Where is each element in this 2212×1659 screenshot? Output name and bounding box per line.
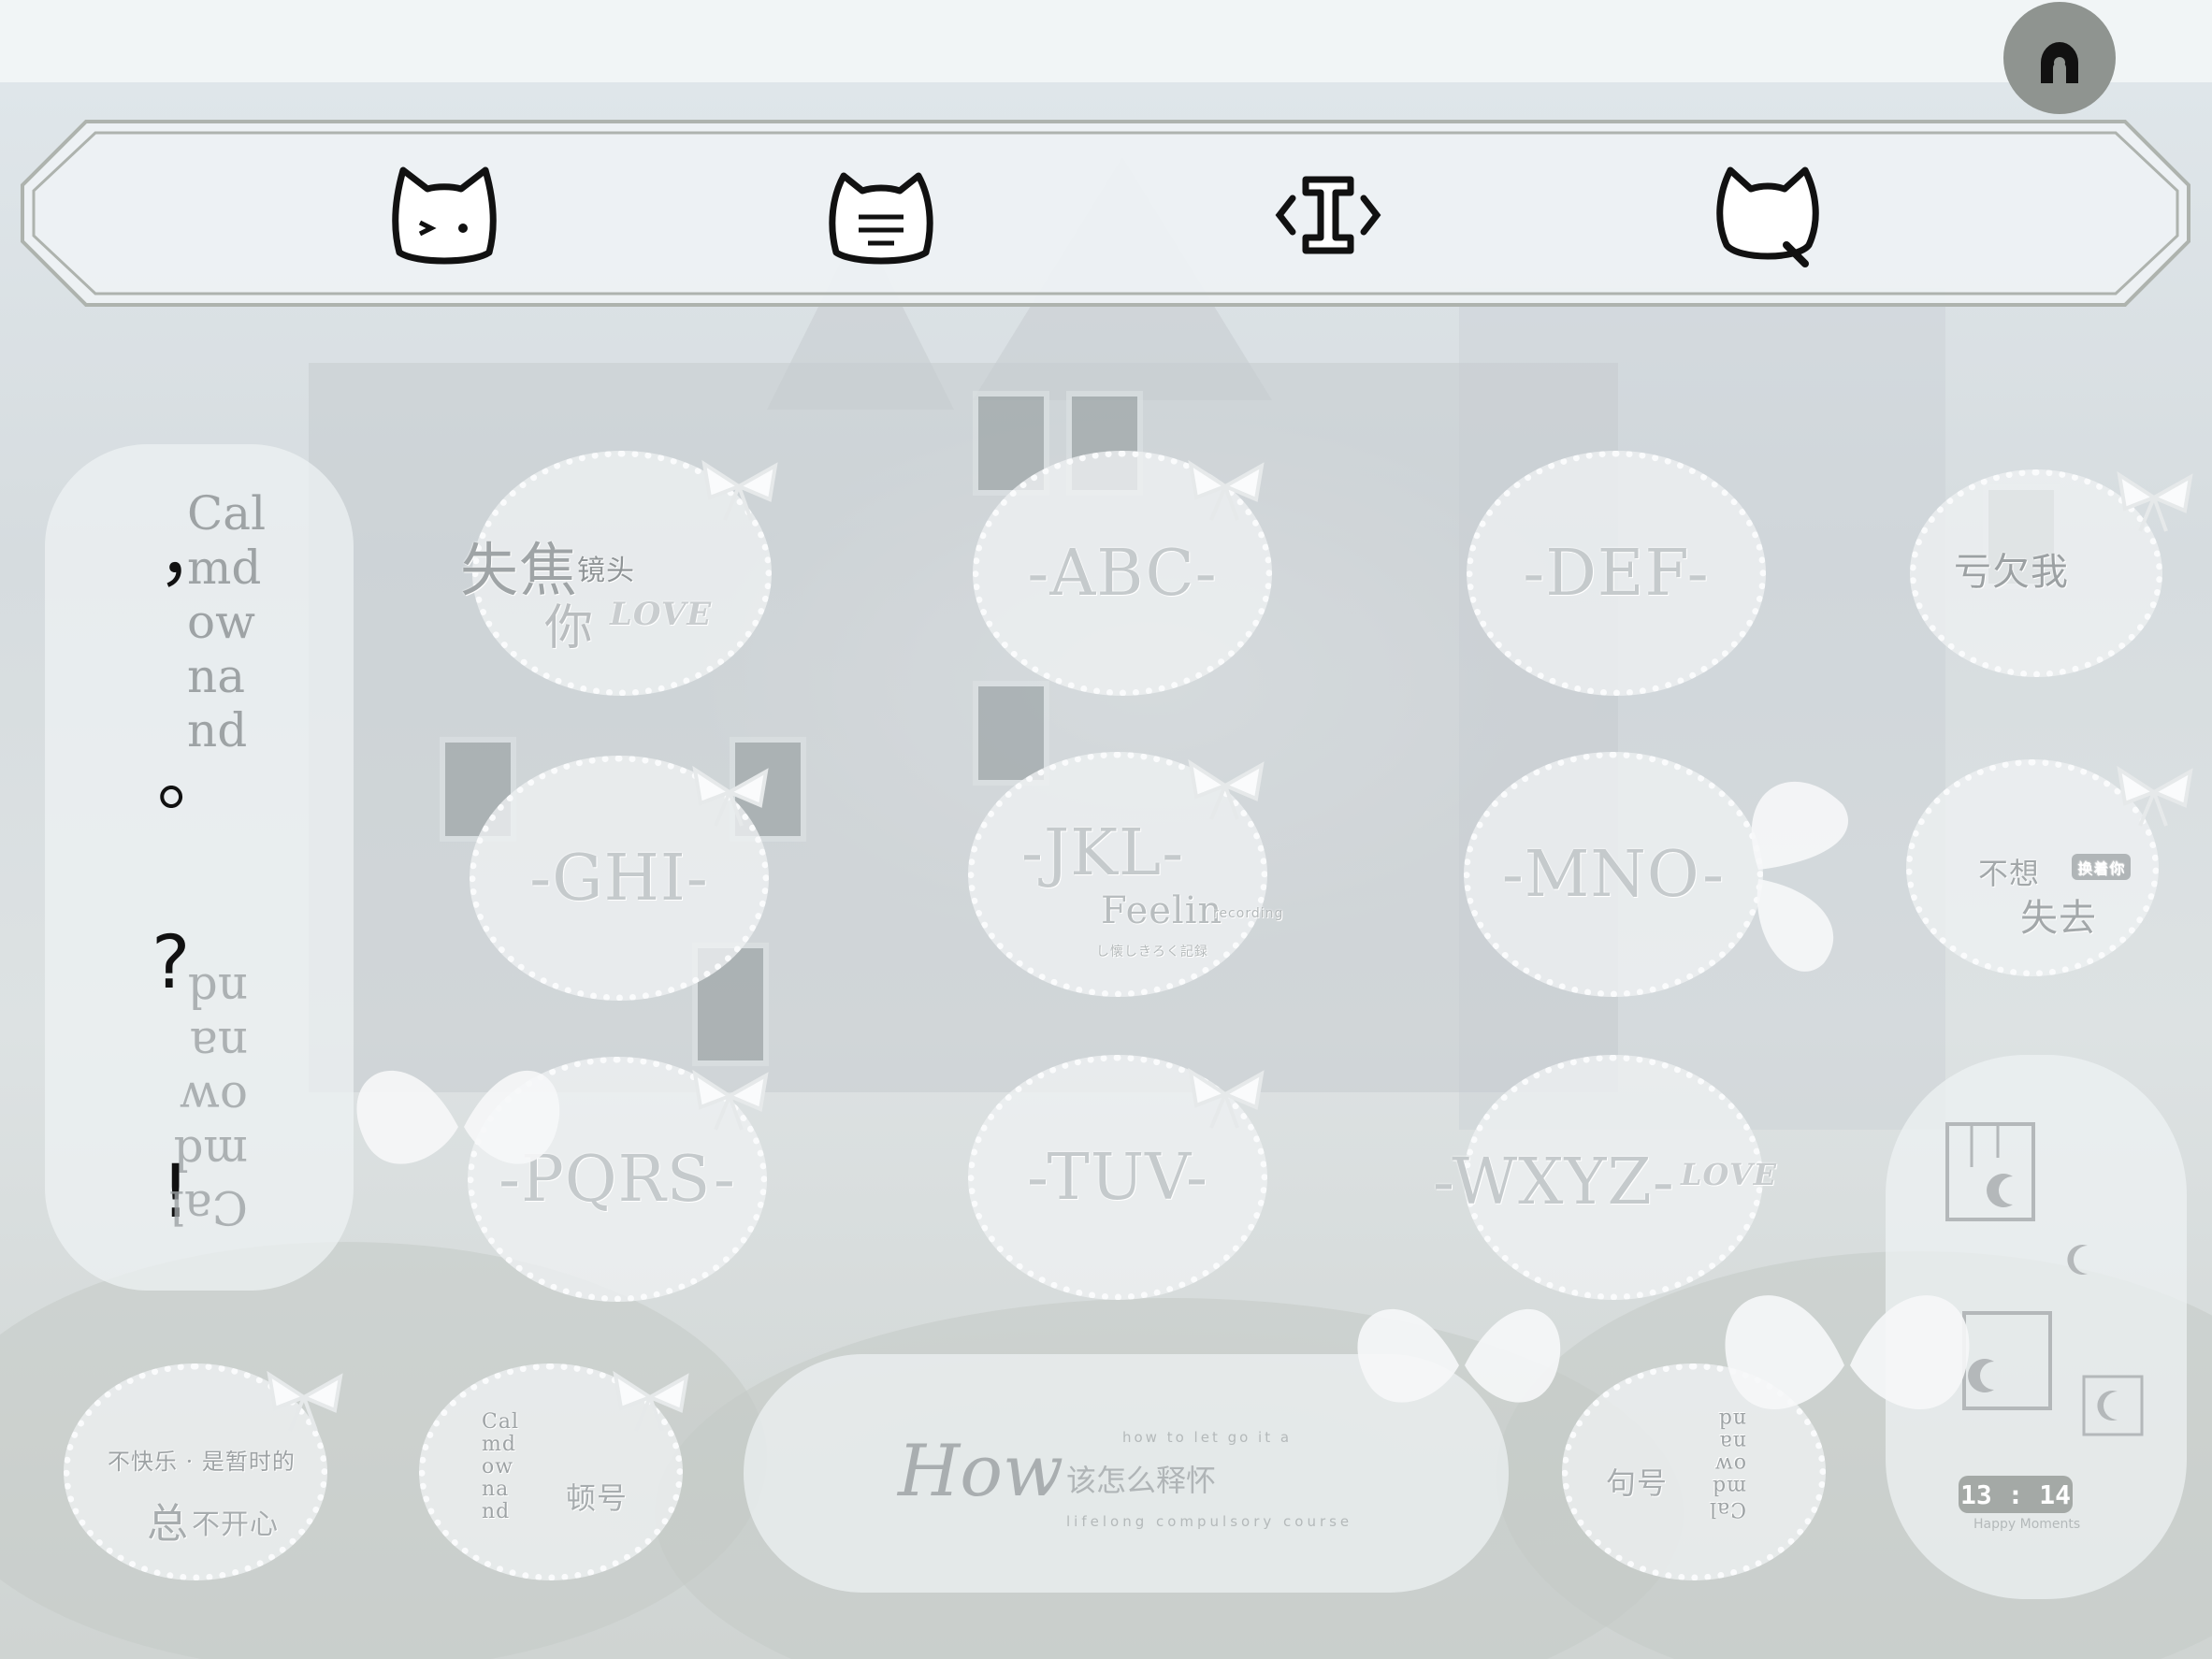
space-sticker-cn: 该怎么释怀 bbox=[1066, 1463, 1217, 1498]
moon-window-icon bbox=[1962, 1311, 2052, 1410]
butterfly-decoration bbox=[1357, 1308, 1561, 1403]
bow-decoration bbox=[613, 1370, 689, 1432]
clock-caption: Happy Moments bbox=[1973, 1517, 2081, 1532]
key-sticker-badge: 换着你 bbox=[2072, 854, 2132, 880]
bow-decoration bbox=[267, 1370, 343, 1432]
key-wxyz-label: -WXYZ- bbox=[1433, 1146, 1675, 1219]
key-sticker-love-2: LOVE bbox=[1681, 1157, 1778, 1192]
key-sticker-c: 不开心 bbox=[192, 1508, 279, 1541]
calm-down-sticker-bottom: Calmdownand bbox=[168, 963, 248, 1234]
toolbar-search-button[interactable] bbox=[1712, 159, 1824, 271]
toolbar-cursor-button[interactable] bbox=[1272, 159, 1384, 271]
bow-decoration bbox=[692, 765, 769, 827]
key-sticker-second: 你 bbox=[544, 600, 595, 656]
butterfly-decoration bbox=[1751, 781, 1848, 972]
cat-keyboard-icon bbox=[829, 172, 933, 265]
cat-search-icon bbox=[1716, 166, 1819, 267]
bow-decoration bbox=[2117, 470, 2193, 532]
key-sticker-feelin: Feelin bbox=[1101, 889, 1223, 932]
key-def[interactable]: -DEF- bbox=[1467, 451, 1766, 696]
clock-sticker: 13 : 14 bbox=[1959, 1476, 2073, 1513]
key-sticker-small: 镜头 bbox=[577, 555, 635, 587]
key-sticker-love: LOVE bbox=[610, 596, 713, 633]
key-sticker-text: 亏欠我 bbox=[1954, 551, 2069, 594]
cursor-move-icon bbox=[1275, 176, 1381, 254]
key-sticker-jp: し懐しきろく記録 bbox=[1096, 945, 1208, 959]
bow-decoration bbox=[1188, 459, 1265, 521]
key-wxyz[interactable]: -WXYZ- LOVE bbox=[1433, 1055, 1776, 1300]
bow-decoration bbox=[1188, 1067, 1265, 1129]
toolbar bbox=[21, 120, 2190, 307]
butterfly-decoration bbox=[1725, 1295, 1970, 1410]
space-sticker-script: How bbox=[898, 1429, 1064, 1512]
butterfly-decoration bbox=[356, 1070, 560, 1164]
moon-window-icon bbox=[1945, 1122, 2035, 1221]
bow-decoration bbox=[2117, 765, 2193, 827]
bow-decoration bbox=[1188, 758, 1265, 820]
toolbar-emoji-button[interactable] bbox=[388, 159, 500, 271]
user-icon bbox=[2041, 42, 2078, 83]
castle-wing bbox=[1459, 288, 1945, 1130]
key-sticker-b: 失去 bbox=[2020, 897, 2097, 940]
key-sticker-b: 总 bbox=[147, 1500, 189, 1548]
key-mno[interactable]: -MNO- bbox=[1464, 752, 1763, 997]
calm-down-sticker-top: Calmdownand bbox=[187, 486, 267, 757]
bow-decoration bbox=[692, 1069, 769, 1131]
castle-body bbox=[309, 363, 1618, 1092]
key-sticker-ju: 句号 bbox=[1606, 1465, 1669, 1501]
cat-wink-icon bbox=[392, 166, 497, 265]
key-sticker-a: 不快乐 · 是暂时的 bbox=[108, 1449, 296, 1475]
bow-decoration bbox=[701, 459, 778, 521]
key-sticker-calm: Calmdownand bbox=[482, 1410, 519, 1523]
key-sticker-dun: 顿号 bbox=[566, 1480, 629, 1516]
key-jkl-label: -JKL- bbox=[1021, 816, 1185, 890]
space-sticker-en-bottom: lifelong compulsory course bbox=[1066, 1513, 1353, 1530]
moon-icon bbox=[2082, 1375, 2144, 1436]
key-sticker-tag: recording bbox=[1213, 906, 1284, 921]
space-sticker-en-top: how to let go it a bbox=[1122, 1429, 1293, 1446]
moon-icon bbox=[2067, 1245, 2088, 1275]
toolbar-keyboard-button[interactable] bbox=[825, 159, 937, 271]
account-button[interactable] bbox=[2003, 2, 2116, 114]
